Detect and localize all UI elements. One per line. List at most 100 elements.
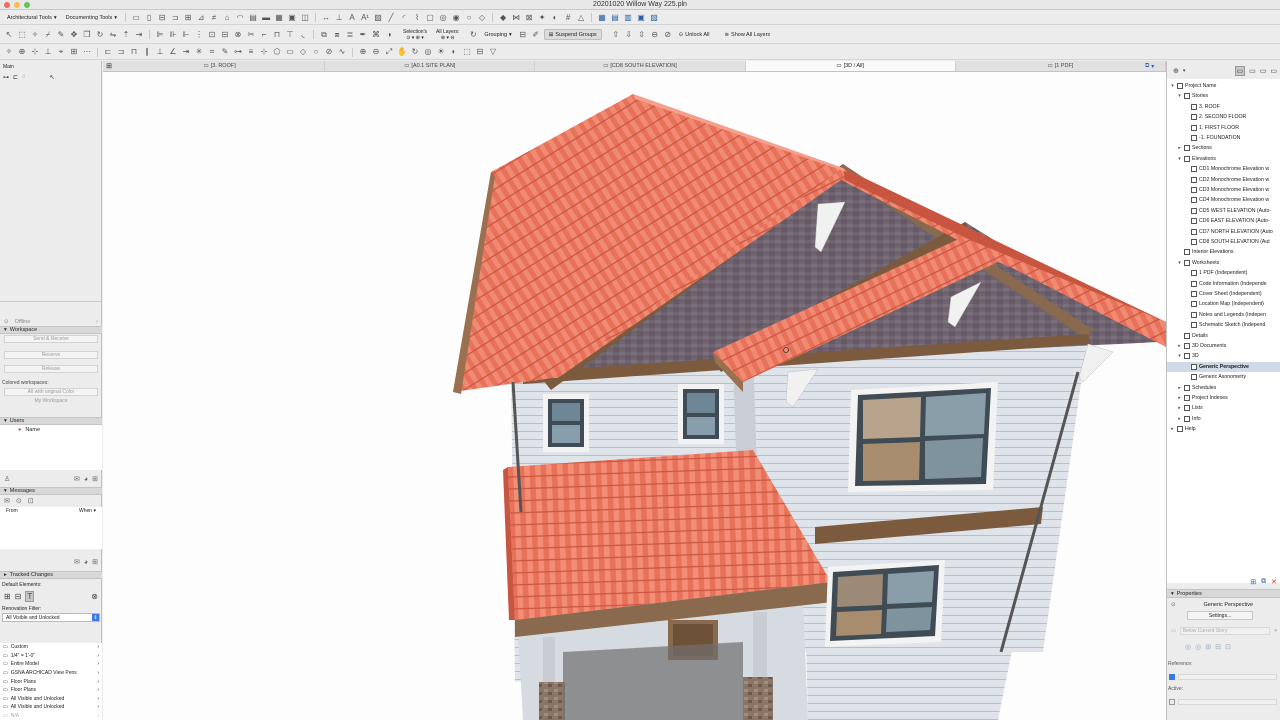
mesh-tool-icon[interactable]: ⋈ [511, 13, 521, 22]
zone-tool-icon[interactable]: ▣ [287, 13, 297, 22]
chevron-down-icon[interactable]: ▾ [1177, 353, 1182, 359]
pen-icon[interactable]: ✎ [220, 48, 230, 57]
tab-site-plan[interactable]: ▭ [A0.1 SITE PLAN] [325, 61, 536, 71]
eyedropper-icon[interactable]: ⌿ [43, 30, 53, 39]
tab-south-elevation[interactable]: ▭ [CD8 SOUTH ELEVATION] [535, 61, 746, 71]
refresh-icon[interactable]: ↻ [468, 30, 478, 39]
navigator-item[interactable]: ▸ Sections [1167, 143, 1280, 153]
floor-plan-view-icon[interactable]: ▦ [597, 13, 607, 22]
copy-icon[interactable]: ❐ [82, 30, 92, 39]
ortho-icon[interactable]: ⊓ [129, 48, 139, 57]
column-tool-icon[interactable]: ▯ [144, 13, 154, 22]
move-icon[interactable]: ✥ [69, 30, 79, 39]
quick-option-row[interactable]: ▭ GSNA ARCHICAD View Pens › [0, 669, 102, 678]
request-icon[interactable]: ⊞ [92, 475, 98, 483]
quick-option-row[interactable]: ▭ Entire Model › [0, 660, 102, 669]
filter-icon[interactable]: ▽ [488, 48, 498, 57]
workspace-header[interactable]: ▾ Workspace [0, 326, 102, 334]
trace-compare-icon[interactable]: ⊡ [1225, 643, 1231, 651]
selections-controls[interactable]: ⊙ ▾ ⊕ ▾ [406, 35, 424, 41]
arrow-tool-icon[interactable]: ↖ [4, 30, 14, 39]
fill-tool-icon[interactable]: ▨ [373, 13, 383, 22]
trace-show-icon[interactable]: ◎ [1185, 643, 1191, 651]
view-options-icon[interactable]: ▾ [1151, 63, 1154, 71]
layout-book-icon[interactable]: ▭ [1260, 67, 1267, 75]
navigator-item[interactable]: 2. SECOND FLOOR [1167, 112, 1280, 122]
snap-guides-icon[interactable]: ⊹ [30, 48, 40, 57]
gravity-icon[interactable]: ⊥ [43, 48, 53, 57]
layer-combo-icon[interactable]: ≡ [246, 48, 256, 57]
story-select[interactable]: Below Current Story [1179, 627, 1271, 635]
grid-tool-icon[interactable]: # [563, 13, 573, 22]
layer-select-icon[interactable]: ⊏ [13, 74, 18, 81]
chevron-right-icon[interactable]: ▸ [1177, 343, 1182, 349]
hand-icon[interactable]: ✋ [397, 48, 407, 57]
navigator-item[interactable]: CD3 Monochrome Elevation w [1167, 185, 1280, 195]
delete-icon[interactable]: ✕ [1271, 578, 1277, 586]
chevron-right-icon[interactable]: ▸ [1177, 416, 1182, 422]
skylight-tool-icon[interactable]: ▤ [248, 13, 258, 22]
release-button[interactable]: Release [4, 365, 98, 373]
polyline-tool-icon[interactable]: ⌇ [412, 13, 422, 22]
chevron-down-icon[interactable]: ▾ [1177, 156, 1182, 162]
worksheet-tool-icon[interactable]: ◇ [477, 13, 487, 22]
zoom-in-icon[interactable]: ⊕ [358, 48, 368, 57]
fix-icon[interactable]: ⊏ [103, 48, 113, 57]
explore-icon[interactable]: ◎ [423, 48, 433, 57]
clone-view-icon[interactable]: ⧉ [1261, 578, 1266, 586]
chevron-down-icon[interactable]: ▾ [1177, 93, 1182, 99]
renovation-filter-select[interactable]: All Visible and Unlocked ⇕ [2, 613, 100, 622]
roof-tool-icon[interactable]: ⌂ [222, 13, 232, 22]
navigator-item[interactable]: CD6 EAST ELEVATION (Auto- [1167, 216, 1280, 226]
dimension-tool-icon[interactable]: ↔ [321, 13, 331, 22]
chevron-down-icon[interactable]: ▾ [1177, 260, 1182, 266]
grid-snap-icon[interactable]: ⊞ [69, 48, 79, 57]
morph-tool-icon[interactable]: ◆ [498, 13, 508, 22]
quick-option-row[interactable]: ▭ N/A › [0, 712, 102, 720]
navigator-item[interactable]: 1 PDF (Independent) [1167, 268, 1280, 278]
navigator-item[interactable]: ▸ Project Indexes [1167, 393, 1280, 403]
users-name-column[interactable]: Name [25, 427, 40, 468]
navigator-item[interactable]: Details [1167, 331, 1280, 341]
snap-guide-icon[interactable]: ⌗ [207, 48, 217, 57]
documenting-tools-dropdown[interactable]: Documenting Tools ▾ [63, 13, 120, 23]
rect-icon[interactable]: ▭ [285, 48, 295, 57]
close-window-button[interactable] [4, 2, 10, 8]
text-tool-icon[interactable]: A [347, 13, 357, 22]
new-view-icon[interactable]: ⊞ [1250, 578, 1256, 586]
drawing-tool-icon[interactable]: ▢ [425, 13, 435, 22]
graphic-override-icon[interactable]: ◑ [384, 30, 394, 39]
zoom-out-icon[interactable]: ⊖ [371, 48, 381, 57]
quick-option-row[interactable]: ▭ Floor Plans › [0, 686, 102, 695]
pen-select-icon[interactable]: ◌ [22, 74, 26, 81]
marquee-3d-icon[interactable]: ⬚ [462, 48, 472, 57]
spline-icon[interactable]: ∿ [337, 48, 347, 57]
chevron-right-icon[interactable]: ▸ [1170, 426, 1175, 432]
users-header[interactable]: ▾ Users [0, 417, 102, 425]
navigator-item[interactable]: ▸ Lists [1167, 403, 1280, 413]
snap-points-icon[interactable]: ⋯ [82, 48, 92, 57]
navigator-item[interactable]: ▾ 3D [1167, 351, 1280, 361]
measure-icon[interactable]: ⊶ [233, 48, 243, 57]
wall-tool-icon[interactable]: ▭ [131, 13, 141, 22]
reply-icon[interactable]: ⊡ [28, 497, 34, 505]
tab-1-pdf[interactable]: ▭ [1 PDF] [956, 61, 1167, 71]
navigator-item[interactable]: CD5 WEST ELEVATION (Auto- [1167, 206, 1280, 216]
cut-plane-icon[interactable]: ⊟ [475, 48, 485, 57]
send-backward-icon[interactable]: ⇩ [624, 30, 634, 39]
chevron-down-icon[interactable]: ▾ [1170, 83, 1175, 89]
axis-icon[interactable]: ⊹ [259, 48, 269, 57]
view-map-icon[interactable]: ▭ [1249, 67, 1256, 75]
user-icon[interactable]: ♙ [4, 475, 10, 483]
navigator-item[interactable]: Location Map (Independent) [1167, 299, 1280, 309]
zoom-window-button[interactable] [24, 2, 30, 8]
trace-icon[interactable]: ⊕ [17, 48, 27, 57]
quick-option-row[interactable]: ▭ All Visible and Unlocked › [0, 703, 102, 712]
fix-a-icon[interactable]: ⊐ [116, 48, 126, 57]
beam-tool-icon[interactable]: ⊟ [157, 13, 167, 22]
quick-option-row[interactable]: ▭ 1/4" = 1'-0" › [0, 652, 102, 661]
ungroup-icon[interactable]: ⊟ [220, 30, 230, 39]
colors-icon[interactable]: ◕ [84, 476, 88, 483]
navigator-item[interactable]: -1. FOUNDATION [1167, 133, 1280, 143]
special-snap-icon[interactable]: ✳ [194, 48, 204, 57]
